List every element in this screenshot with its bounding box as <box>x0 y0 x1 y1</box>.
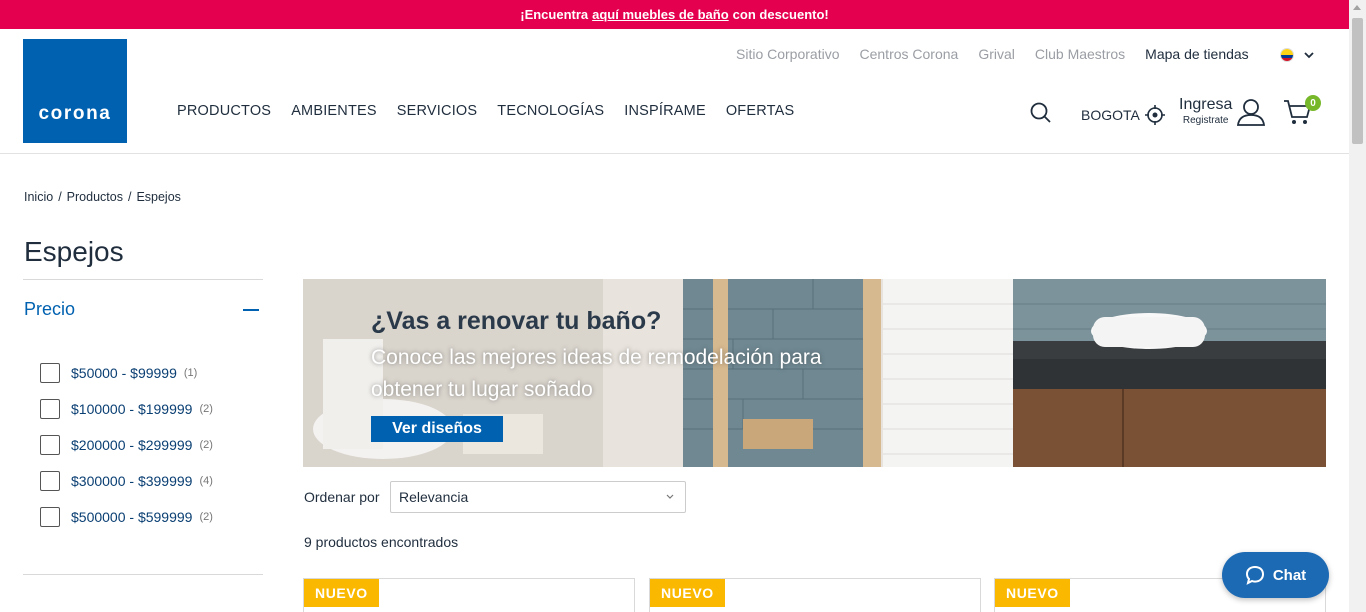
new-badge: NUEVO <box>995 579 1070 607</box>
chat-button[interactable]: Chat <box>1222 552 1329 598</box>
city-label: BOGOTA <box>1081 107 1140 123</box>
filter-option[interactable]: $50000 - $99999 (1) <box>40 355 213 391</box>
divider <box>23 574 263 575</box>
filter-option-count: (1) <box>183 367 198 379</box>
results-count: 9 productos encontrados <box>304 534 459 550</box>
nav-inspirame[interactable]: INSPÍRAME <box>624 103 706 119</box>
main-nav: PRODUCTOS AMBIENTES SERVICIOS TECNOLOGÍA… <box>177 103 794 119</box>
breadcrumb-separator: / <box>127 190 132 204</box>
chat-bubble-icon <box>1245 565 1264 585</box>
product-card[interactable]: NUEVO <box>649 578 981 612</box>
collapse-minus-icon[interactable] <box>243 309 259 311</box>
scroll-up-arrow-icon[interactable] <box>1353 5 1361 10</box>
sort-select[interactable]: Relevancia <box>390 481 686 513</box>
breadcrumb-inicio[interactable]: Inicio <box>24 190 53 204</box>
link-mapa-de-tiendas[interactable]: Mapa de tiendas <box>1145 46 1249 62</box>
ver-disenos-button[interactable]: Ver diseños <box>371 416 503 442</box>
promo-bar: ¡Encuentra aquí muebles de baño con desc… <box>0 0 1349 29</box>
link-club-maestros[interactable]: Club Maestros <box>1035 46 1125 62</box>
promo-banner[interactable]: ¿Vas a renovar tu baño? Conoce las mejor… <box>303 279 1326 467</box>
filter-checkbox[interactable] <box>40 435 60 455</box>
new-badge: NUEVO <box>304 579 379 607</box>
promo-text-before: ¡Encuentra <box>520 7 589 22</box>
filter-checkbox[interactable] <box>40 399 60 419</box>
cart-count-badge: 0 <box>1305 95 1321 111</box>
login-label: Ingresa <box>1179 96 1233 113</box>
nav-productos[interactable]: PRODUCTOS <box>177 103 271 119</box>
filter-checkbox[interactable] <box>40 507 60 527</box>
user-icon <box>1237 98 1266 126</box>
breadcrumb: Inicio / Productos / Espejos <box>24 190 181 204</box>
filter-option-count: (4) <box>199 475 213 487</box>
filter-option-label: $50000 - $99999 <box>71 365 177 381</box>
filter-option[interactable]: $300000 - $399999 (4) <box>40 463 213 499</box>
filter-checkbox[interactable] <box>40 471 60 491</box>
login-button[interactable]: Ingresa Registrate <box>1179 97 1266 126</box>
filter-option-label: $500000 - $599999 <box>71 509 193 525</box>
sort-selected-value: Relevancia <box>399 489 469 505</box>
filter-option-label: $100000 - $199999 <box>71 401 193 417</box>
top-links: Sitio Corporativo Centros Corona Grival … <box>736 46 1249 62</box>
link-sitio-corporativo[interactable]: Sitio Corporativo <box>736 46 840 62</box>
page-scrollbar[interactable] <box>1349 0 1366 612</box>
filter-option[interactable]: $100000 - $199999 (2) <box>40 391 213 427</box>
filter-option[interactable]: $200000 - $299999 (2) <box>40 427 213 463</box>
colombia-flag-icon <box>1280 48 1294 62</box>
cart-button[interactable]: 0 <box>1283 95 1321 131</box>
nav-ambientes[interactable]: AMBIENTES <box>291 103 377 119</box>
filter-option-count: (2) <box>199 439 213 451</box>
promo-text-after: con descuento! <box>732 7 829 22</box>
product-card[interactable]: NUEVO <box>303 578 635 612</box>
corona-logo[interactable]: corona <box>23 39 127 143</box>
site-header: corona Sitio Corporativo Centros Corona … <box>0 29 1349 154</box>
chat-label: Chat <box>1272 566 1307 584</box>
nav-servicios[interactable]: SERVICIOS <box>397 103 478 119</box>
promo-link[interactable]: aquí muebles de baño <box>592 7 729 22</box>
filter-option-label: $200000 - $299999 <box>71 437 193 453</box>
search-button[interactable] <box>1030 102 1052 129</box>
new-badge: NUEVO <box>650 579 725 607</box>
chevron-down-icon <box>1304 51 1314 58</box>
filter-option-label: $300000 - $399999 <box>71 473 193 489</box>
divider <box>23 279 263 280</box>
breadcrumb-espejos: Espejos <box>136 190 181 204</box>
city-selector[interactable]: BOGOTA <box>1081 104 1166 126</box>
link-grival[interactable]: Grival <box>978 46 1015 62</box>
scroll-thumb[interactable] <box>1352 18 1363 144</box>
register-label: Registrate <box>1182 115 1229 126</box>
country-selector[interactable] <box>1280 48 1314 62</box>
banner-subtitle: Conoce las mejores ideas de remodelación… <box>371 346 822 401</box>
location-target-icon <box>1144 105 1165 125</box>
breadcrumb-separator: / <box>58 190 62 204</box>
page-title: Espejos <box>24 236 124 267</box>
link-centros-corona[interactable]: Centros Corona <box>860 46 959 62</box>
filter-checkbox[interactable] <box>40 363 60 383</box>
price-filter-list: $50000 - $99999 (1) $100000 - $199999 (2… <box>40 355 213 535</box>
filter-price-title[interactable]: Precio <box>24 299 75 320</box>
nav-tecnologias[interactable]: TECNOLOGÍAS <box>497 103 604 119</box>
filter-option[interactable]: $500000 - $599999 (2) <box>40 499 213 535</box>
sort-label: Ordenar por <box>304 489 380 505</box>
login-text: Ingresa Registrate <box>1179 97 1232 126</box>
chevron-down-icon <box>666 494 674 499</box>
search-icon <box>1030 102 1051 123</box>
filter-option-count: (2) <box>199 511 213 523</box>
logo-text: corona <box>38 103 112 124</box>
breadcrumb-productos[interactable]: Productos <box>67 190 123 204</box>
filter-option-count: (2) <box>199 403 213 415</box>
banner-title: ¿Vas a renovar tu baño? <box>371 307 662 335</box>
nav-ofertas[interactable]: OFERTAS <box>726 103 795 119</box>
